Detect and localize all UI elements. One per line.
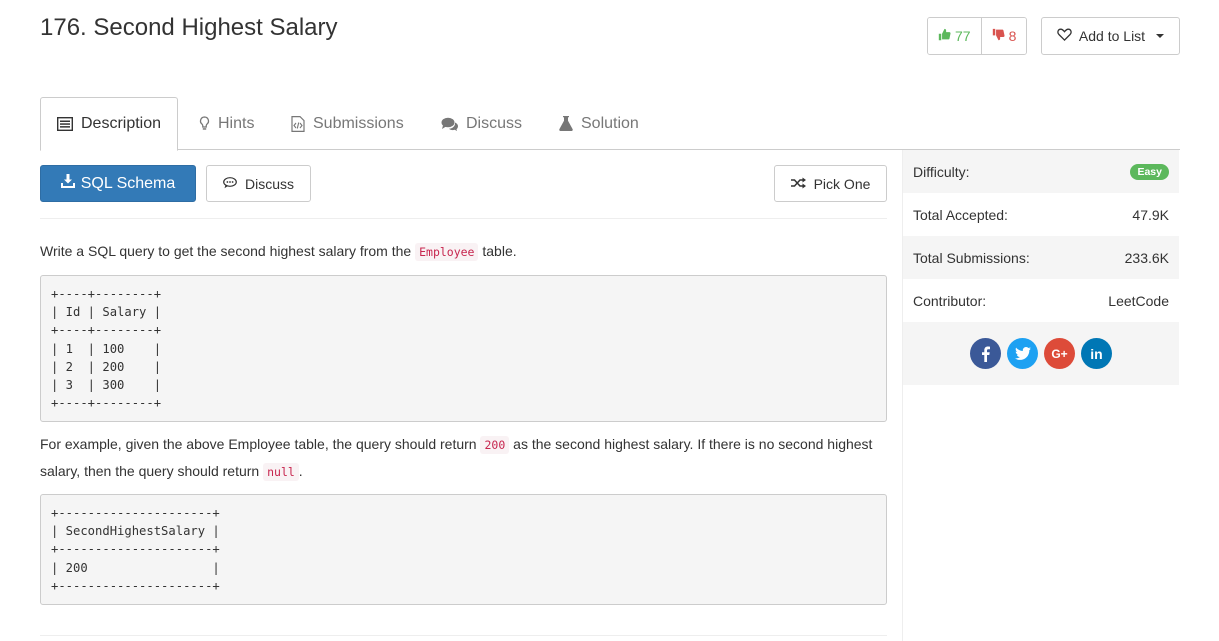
- thumbs-down-icon: [992, 28, 1005, 44]
- discuss-label: Discuss: [244, 175, 294, 192]
- accepted-row: Total Accepted: 47.9K: [903, 193, 1179, 236]
- twitter-icon[interactable]: [1007, 338, 1038, 369]
- problem-stats-sidebar: Difficulty: Easy Total Accepted: 47.9K T…: [902, 150, 1179, 641]
- pick-one-label: Pick One: [813, 175, 871, 192]
- lightbulb-icon: [199, 116, 210, 131]
- employee-table-example: +----+--------+ | Id | Salary | +----+--…: [40, 275, 887, 422]
- tab-discuss[interactable]: Discuss: [425, 97, 538, 150]
- add-to-list-button[interactable]: Add to List: [1041, 17, 1180, 55]
- code-file-icon: [291, 115, 305, 132]
- thumbs-up-icon: [938, 28, 951, 44]
- discuss-button[interactable]: Discuss: [206, 165, 311, 202]
- description-text: as the second highest salary. If there i…: [509, 436, 873, 452]
- linkedin-icon[interactable]: in: [1081, 338, 1112, 369]
- vote-group: 77 8: [927, 17, 1028, 55]
- downvote-count: 8: [1008, 28, 1017, 44]
- inline-code-200: 200: [480, 436, 510, 454]
- heart-icon: [1057, 28, 1072, 44]
- description-text: salary, then the query should return: [40, 463, 264, 479]
- pick-one-button[interactable]: Pick One: [774, 165, 887, 202]
- divider: [40, 635, 887, 636]
- accepted-label: Total Accepted:: [913, 206, 1008, 223]
- submissions-value: 233.6K: [1124, 249, 1169, 266]
- download-icon: [60, 174, 75, 193]
- contributor-row: Contributor: LeetCode: [903, 279, 1179, 322]
- inline-code-employee: Employee: [415, 243, 479, 261]
- tab-description[interactable]: Description: [40, 97, 178, 151]
- facebook-icon[interactable]: [970, 338, 1001, 369]
- tab-label: Submissions: [313, 114, 404, 132]
- difficulty-row: Difficulty: Easy: [903, 150, 1179, 193]
- submissions-row: Total Submissions: 233.6K: [903, 236, 1179, 279]
- description-paragraph-1: Write a SQL query to get the second high…: [40, 238, 517, 265]
- tab-submissions[interactable]: Submissions: [275, 97, 420, 150]
- description-text: For example, given the above Employee ta…: [40, 436, 481, 452]
- difficulty-badge: Easy: [1130, 163, 1169, 180]
- contributor-value: LeetCode: [1108, 292, 1169, 309]
- tab-solution[interactable]: Solution: [543, 97, 655, 150]
- share-buttons: G+ in: [903, 322, 1179, 385]
- list-icon: [56, 117, 73, 131]
- tab-bar: Description Hints Submissions Discuss So…: [40, 97, 1180, 151]
- caret-down-icon: [1156, 34, 1165, 38]
- sql-schema-button[interactable]: SQL Schema: [40, 165, 196, 202]
- add-to-list-label: Add to List: [1078, 28, 1146, 44]
- accepted-value: 47.9K: [1132, 206, 1169, 223]
- upvote-count: 77: [955, 28, 971, 44]
- description-text: table.: [478, 243, 517, 259]
- inline-code-null: null: [263, 463, 299, 481]
- divider: [40, 218, 887, 219]
- description-text: .: [298, 463, 303, 479]
- tab-label: Discuss: [466, 114, 523, 132]
- tab-label: Description: [80, 115, 162, 132]
- downvote-button[interactable]: 8: [981, 18, 1027, 54]
- google-plus-icon[interactable]: G+: [1044, 338, 1075, 369]
- difficulty-label: Difficulty:: [913, 163, 970, 180]
- contributor-label: Contributor:: [913, 292, 987, 309]
- submissions-label: Total Submissions:: [913, 249, 1030, 266]
- description-paragraph-2: For example, given the above Employee ta…: [40, 431, 887, 485]
- comments-icon: [441, 117, 458, 131]
- page-title: 176. Second Highest Salary: [40, 14, 338, 41]
- shuffle-icon: [790, 176, 806, 192]
- tab-label: Hints: [218, 114, 255, 132]
- flask-icon: [559, 116, 573, 131]
- upvote-button[interactable]: 77: [928, 18, 982, 54]
- description-text: Write a SQL query to get the second high…: [40, 243, 416, 259]
- comment-icon: [223, 176, 237, 192]
- tab-hints[interactable]: Hints: [183, 97, 270, 150]
- sql-schema-label: SQL Schema: [80, 174, 176, 192]
- result-table-example: +---------------------+ | SecondHighestS…: [40, 494, 887, 605]
- tab-label: Solution: [581, 114, 639, 132]
